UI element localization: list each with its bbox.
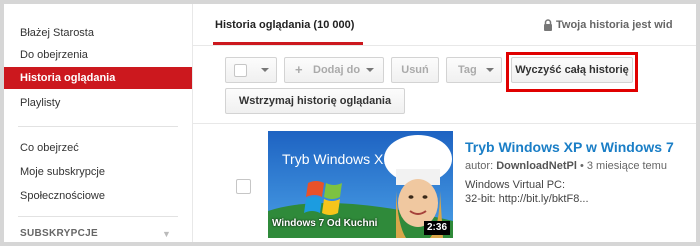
video-description: Windows Virtual PC: 32-bit: http://bit.l… — [465, 178, 589, 206]
sidebar-divider — [18, 216, 178, 217]
chevron-down-icon[interactable]: ▼ — [162, 230, 172, 239]
content-divider — [193, 123, 696, 124]
meta-separator: • — [579, 160, 584, 172]
sidebar-item-social[interactable]: Społecznościowe — [4, 185, 192, 207]
select-all-dropdown[interactable] — [225, 57, 277, 83]
tag-button[interactable]: Tag — [446, 57, 502, 83]
thumbnail-title: Tryb Windows XP — [282, 151, 393, 167]
video-duration: 2:36 — [423, 221, 450, 235]
sidebar-divider — [18, 126, 178, 127]
remove-button[interactable]: Usuń — [391, 57, 439, 83]
highlight-box — [506, 52, 638, 92]
select-all-checkbox[interactable] — [234, 64, 247, 77]
chevron-down-icon — [261, 68, 269, 72]
video-age: 3 miesiące temu — [586, 160, 667, 172]
privacy-notice: Twoja historia jest wid — [556, 19, 673, 31]
sidebar: Błażej Starosta Do obejrzenia Historia o… — [4, 4, 192, 242]
sidebar-item-history[interactable]: Historia oglądania — [4, 67, 192, 89]
video-title-link[interactable]: Tryb Windows XP w Windows 7 — [465, 139, 674, 155]
description-line: Windows Virtual PC: — [465, 179, 566, 191]
sidebar-item-what-to-watch[interactable]: Co obejrzeć — [4, 137, 192, 159]
tag-label: Tag — [458, 64, 477, 76]
main-content: Historia oglądania (10 000) Twoja histor… — [193, 4, 696, 242]
author-link[interactable]: DownloadNetPl — [496, 160, 577, 172]
tab-watch-history[interactable]: Historia oglądania (10 000) — [215, 19, 354, 31]
app-frame: Błażej Starosta Do obejrzenia Historia o… — [4, 4, 696, 242]
plus-icon: + — [295, 62, 303, 77]
lock-icon — [544, 19, 552, 31]
chevron-down-icon — [366, 68, 374, 72]
sidebar-section-header: SUBSKRYPCJE — [20, 228, 98, 239]
video-select-checkbox[interactable] — [236, 179, 251, 194]
video-thumbnail[interactable]: Tryb Windows XP Windows 7 Od Kuchni 2:36 — [268, 131, 453, 238]
add-to-button[interactable]: + Dodaj do — [284, 57, 384, 83]
pause-history-button[interactable]: Wstrzymaj historię oglądania — [225, 88, 405, 114]
video-meta: autor: DownloadNetPl • 3 miesiące temu — [465, 160, 667, 172]
add-to-label: Dodaj do — [313, 64, 361, 76]
thumbnail-caption: Windows 7 Od Kuchni — [272, 218, 378, 229]
pause-history-label: Wstrzymaj historię oglądania — [238, 95, 392, 107]
sidebar-item-subscriptions[interactable]: Moje subskrypcje — [4, 161, 192, 183]
chevron-down-icon — [486, 68, 494, 72]
remove-label: Usuń — [401, 64, 429, 76]
sidebar-item-watch-later[interactable]: Do obejrzenia — [4, 44, 192, 66]
author-prefix: autor: — [465, 160, 494, 172]
sidebar-item-channel[interactable]: Błażej Starosta — [4, 22, 192, 44]
sidebar-item-playlists[interactable]: Playlisty — [4, 92, 192, 114]
description-line: 32-bit: http://bit.ly/bktF8... — [465, 193, 589, 205]
header-divider — [193, 45, 696, 46]
